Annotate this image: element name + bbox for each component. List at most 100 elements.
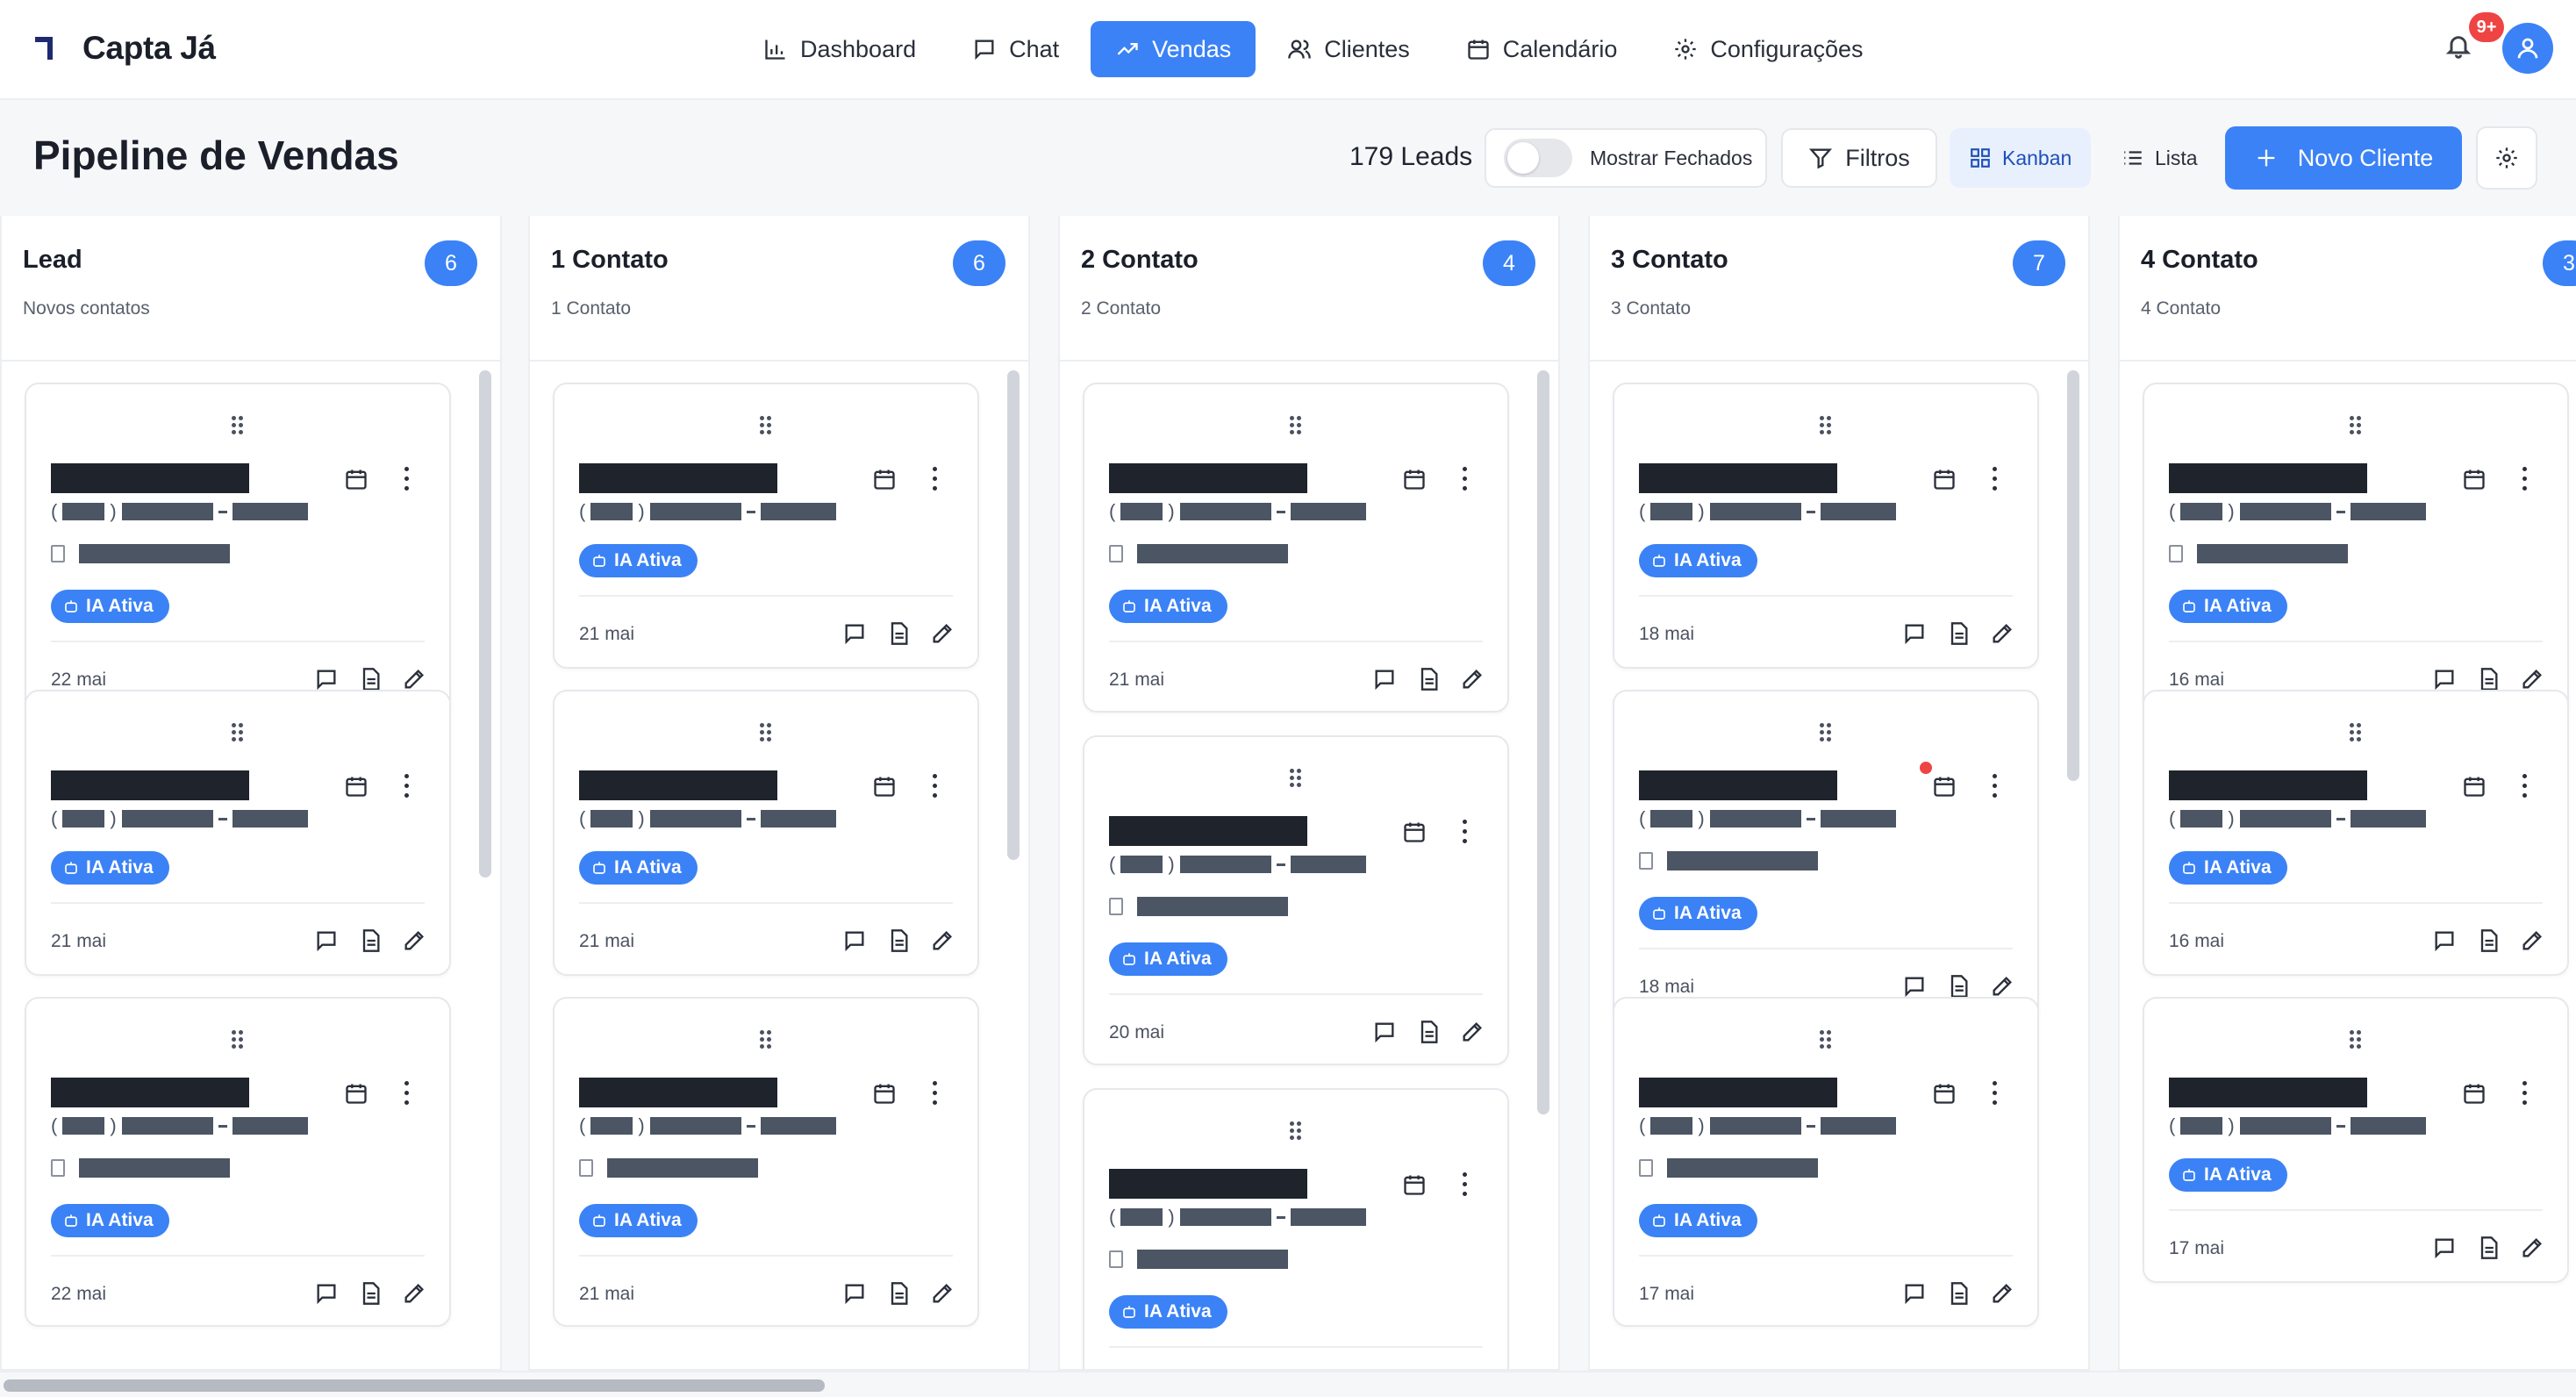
more-options-icon[interactable]: [1990, 1081, 1999, 1106]
notes-button[interactable]: [2476, 928, 2501, 957]
lead-card[interactable]: () IA Ativa 18 mai: [1613, 690, 2039, 1020]
new-client-button[interactable]: Novo Cliente: [2225, 126, 2462, 190]
edit-button[interactable]: [2520, 1236, 2544, 1264]
more-options-icon[interactable]: [1460, 820, 1469, 844]
schedule-button[interactable]: [872, 1081, 897, 1106]
column-scrollbar-thumb[interactable]: [479, 370, 491, 878]
edit-button[interactable]: [1460, 667, 1485, 696]
drag-handle-icon[interactable]: [232, 723, 244, 742]
column-scrollbar-thumb[interactable]: [1007, 370, 1020, 860]
notes-button[interactable]: [886, 928, 911, 957]
drag-handle-icon[interactable]: [1820, 1030, 1832, 1050]
notes-button[interactable]: [1946, 621, 1971, 650]
column-scrollbar-thumb[interactable]: [1537, 370, 1549, 1114]
drag-handle-icon[interactable]: [1820, 416, 1832, 435]
schedule-button[interactable]: [2462, 467, 2487, 491]
schedule-button[interactable]: [344, 1081, 369, 1106]
lead-card[interactable]: () IA Ativa 20 mai: [1083, 735, 1509, 1065]
view-list-button[interactable]: Lista: [2102, 128, 2217, 188]
drag-handle-icon[interactable]: [2350, 1030, 2362, 1050]
drag-handle-icon[interactable]: [232, 1030, 244, 1050]
drag-handle-icon[interactable]: [2350, 416, 2362, 435]
notes-button[interactable]: [1946, 1281, 1971, 1310]
nav-vendas[interactable]: Vendas: [1091, 21, 1256, 77]
notes-button[interactable]: [886, 621, 911, 650]
edit-button[interactable]: [930, 1281, 955, 1310]
more-options-icon[interactable]: [930, 467, 939, 491]
notes-button[interactable]: [358, 928, 383, 957]
schedule-button[interactable]: [1402, 820, 1427, 844]
drag-handle-icon[interactable]: [760, 1030, 772, 1050]
notes-button[interactable]: [1416, 1020, 1441, 1049]
lead-card[interactable]: () IA Ativa 16 mai: [2143, 690, 2569, 976]
chat-button[interactable]: [842, 928, 867, 957]
more-options-icon[interactable]: [2520, 467, 2529, 491]
edit-button[interactable]: [1990, 1281, 2014, 1310]
drag-handle-icon[interactable]: [1290, 769, 1302, 788]
horizontal-scrollbar-thumb[interactable]: [4, 1379, 825, 1392]
nav-dashboard[interactable]: Dashboard: [739, 21, 941, 77]
nav-chat[interactable]: Chat: [948, 21, 1084, 77]
chat-button[interactable]: [2432, 928, 2457, 957]
edit-button[interactable]: [402, 1281, 426, 1310]
more-options-icon[interactable]: [2520, 1081, 2529, 1106]
chat-button[interactable]: [842, 1281, 867, 1310]
notes-button[interactable]: [358, 1281, 383, 1310]
chat-button[interactable]: [2432, 1236, 2457, 1264]
schedule-button[interactable]: [1932, 1081, 1957, 1106]
more-options-icon[interactable]: [930, 1081, 939, 1106]
more-options-icon[interactable]: [402, 774, 411, 799]
chat-button[interactable]: [1902, 621, 1927, 650]
lead-card[interactable]: () IA Ativa 18 mai: [1613, 383, 2039, 669]
schedule-button[interactable]: [1932, 467, 1957, 491]
show-closed-toggle[interactable]: Mostrar Fechados: [1485, 128, 1767, 188]
schedule-button[interactable]: [344, 467, 369, 491]
more-options-icon[interactable]: [402, 467, 411, 491]
drag-handle-icon[interactable]: [760, 416, 772, 435]
view-kanban-button[interactable]: Kanban: [1950, 128, 2092, 188]
schedule-button[interactable]: [344, 774, 369, 799]
nav-clientes[interactable]: Clientes: [1263, 21, 1435, 77]
more-options-icon[interactable]: [930, 774, 939, 799]
toggle-switch[interactable]: [1504, 139, 1572, 177]
chat-button[interactable]: [1372, 1020, 1397, 1049]
drag-handle-icon[interactable]: [1290, 416, 1302, 435]
lead-card[interactable]: () IA Ativa 21 mai: [553, 997, 979, 1327]
chat-button[interactable]: [314, 928, 339, 957]
schedule-button[interactable]: [1402, 1172, 1427, 1197]
notes-button[interactable]: [1416, 667, 1441, 696]
lead-card[interactable]: () IA Ativa 17 mai: [1613, 997, 2039, 1327]
chat-button[interactable]: [314, 1281, 339, 1310]
more-options-icon[interactable]: [1460, 1172, 1469, 1197]
schedule-button[interactable]: [1402, 467, 1427, 491]
lead-card[interactable]: () IA Ativa 16 mai: [2143, 383, 2569, 713]
user-avatar[interactable]: [2502, 23, 2553, 74]
lead-card[interactable]: () IA Ativa 22 mai: [25, 997, 451, 1327]
lead-card[interactable]: () IA Ativa 22 mai: [25, 383, 451, 713]
lead-card[interactable]: () IA Ativa 17 mai: [2143, 997, 2569, 1283]
more-options-icon[interactable]: [2520, 774, 2529, 799]
edit-button[interactable]: [930, 928, 955, 957]
horizontal-scrollbar[interactable]: [0, 1371, 2576, 1397]
schedule-button[interactable]: [872, 774, 897, 799]
notifications-button[interactable]: 9+: [2444, 12, 2504, 67]
chat-button[interactable]: [1902, 1281, 1927, 1310]
drag-handle-icon[interactable]: [1290, 1121, 1302, 1141]
drag-handle-icon[interactable]: [2350, 723, 2362, 742]
brand[interactable]: Capta Já: [33, 30, 216, 67]
edit-button[interactable]: [2520, 928, 2544, 957]
notes-button[interactable]: [886, 1281, 911, 1310]
schedule-button[interactable]: [1932, 774, 1957, 799]
edit-button[interactable]: [1990, 621, 2014, 650]
more-options-icon[interactable]: [1990, 774, 1999, 799]
lead-card[interactable]: () IA Ativa: [1083, 1088, 1509, 1369]
edit-button[interactable]: [1460, 1020, 1485, 1049]
schedule-button[interactable]: [2462, 1081, 2487, 1106]
drag-handle-icon[interactable]: [232, 416, 244, 435]
lead-card[interactable]: () IA Ativa 21 mai: [1083, 383, 1509, 713]
notes-button[interactable]: [2476, 1236, 2501, 1264]
edit-button[interactable]: [402, 928, 426, 957]
drag-handle-icon[interactable]: [760, 723, 772, 742]
chat-button[interactable]: [1372, 667, 1397, 696]
nav-calendario[interactable]: Calendário: [1442, 21, 1642, 77]
